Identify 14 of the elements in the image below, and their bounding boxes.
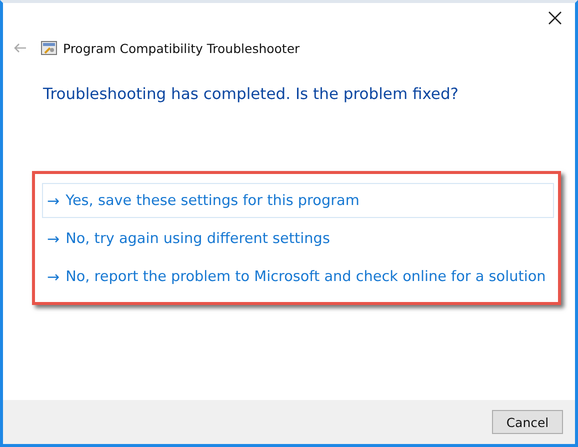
window-title: Program Compatibility Troubleshooter xyxy=(63,40,300,56)
arrow-icon: → xyxy=(47,230,60,248)
option-link[interactable]: → Yes, save these settings for this program xyxy=(42,183,554,218)
option-label: No, try again using different settings xyxy=(66,230,330,246)
arrow-icon: → xyxy=(47,268,60,286)
cancel-button[interactable]: Cancel xyxy=(492,410,563,434)
option-label: Yes, save these settings for this program xyxy=(66,192,360,208)
option-label: No, report the problem to Microsoft and check online for a solution xyxy=(66,268,546,284)
arrow-icon: → xyxy=(47,192,60,210)
heading-text: Troubleshooting has completed. Is the problem fixed? xyxy=(43,85,460,103)
close-icon[interactable] xyxy=(548,11,562,25)
troubleshooter-icon xyxy=(41,41,57,55)
option-link[interactable]: → No, report the problem to Microsoft and check online for a solution xyxy=(42,259,554,294)
option-link[interactable]: → No, try again using different settings xyxy=(42,221,554,256)
